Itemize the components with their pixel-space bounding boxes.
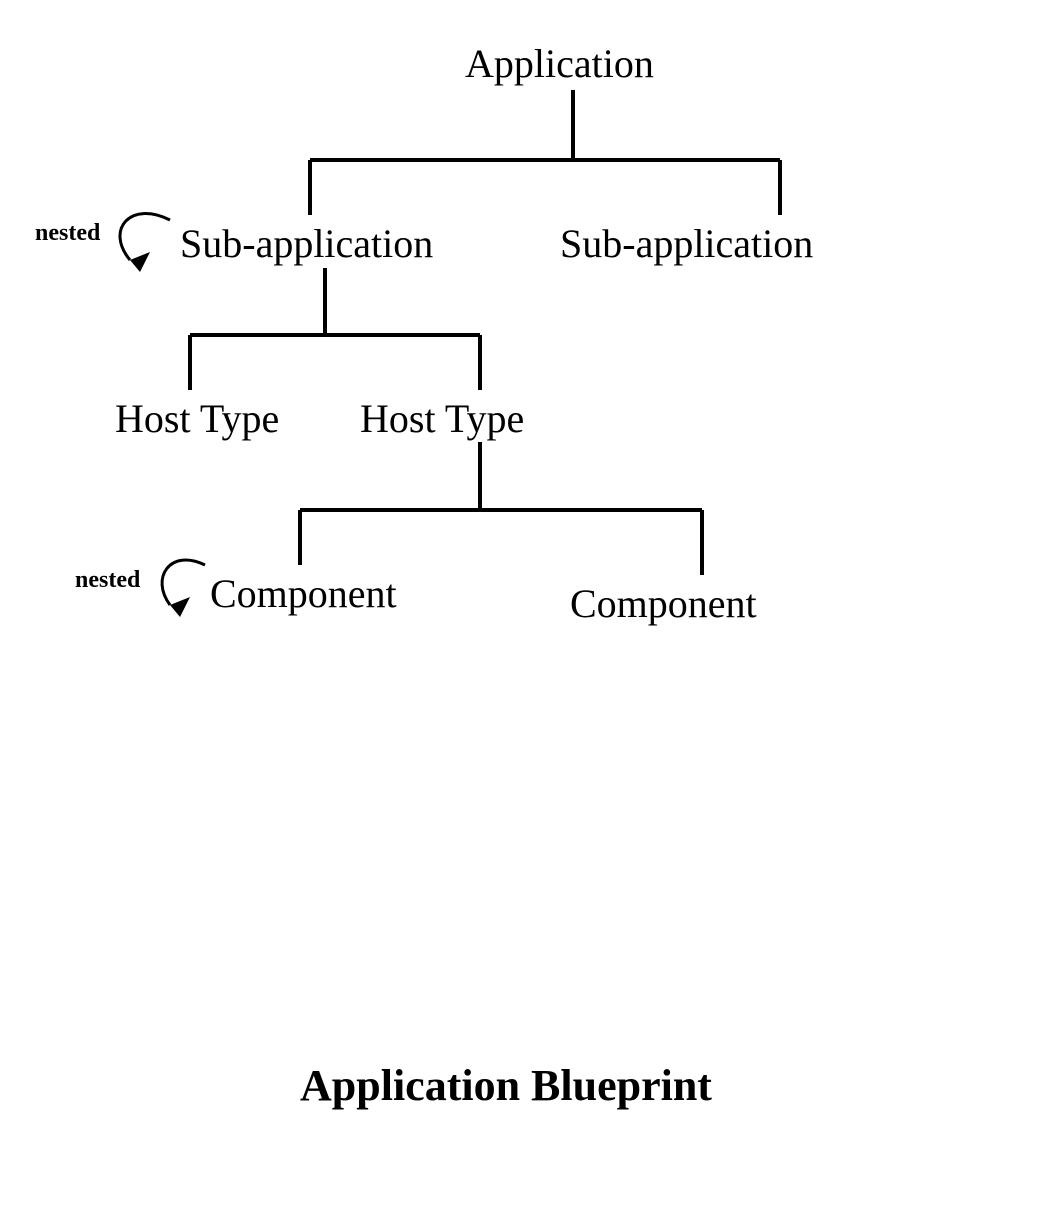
node-component-right: Component xyxy=(570,580,757,627)
node-hosttype-right: Host Type xyxy=(360,395,524,442)
node-application: Application xyxy=(465,40,654,87)
label-nested-subapp: nested xyxy=(35,220,100,247)
diagram-title: Application Blueprint xyxy=(300,1060,712,1111)
label-nested-component: nested xyxy=(75,567,140,594)
node-subapp-right: Sub-application xyxy=(560,220,813,267)
node-hosttype-left: Host Type xyxy=(115,395,279,442)
node-subapp-left: Sub-application xyxy=(180,220,433,267)
node-component-left: Component xyxy=(210,570,397,617)
diagram-connectors xyxy=(0,0,1039,1226)
